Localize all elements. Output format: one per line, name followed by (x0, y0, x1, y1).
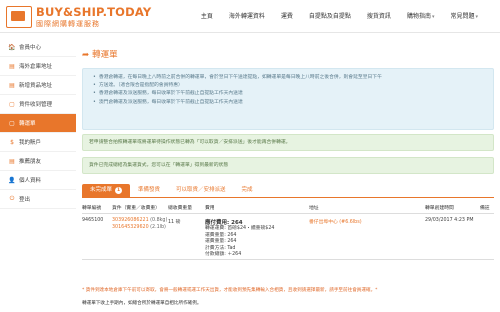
chevron-down-icon: ▾ (475, 14, 478, 20)
order-id: 9465100 (82, 218, 104, 223)
column-header: 轉單創建時間 (425, 206, 454, 211)
fee-title: 應付費用: 264 (205, 220, 243, 226)
sidebar-item-package-management[interactable]: ▢ 貨件收到管理 (0, 95, 76, 114)
column-header: 總收費重量 (168, 206, 192, 211)
footnote-warning: * 貨件到達本地倉庫下午前可以寄取，會將一般轉運或運工作天出貨，才能收到預先集轉… (82, 288, 378, 293)
sidebar-item-my-account[interactable]: $ 我的賬戶 (0, 133, 76, 152)
remark-cell (480, 218, 494, 259)
column-header: 備註 (480, 206, 490, 211)
count-badge: 1 (115, 187, 123, 194)
tab-ready-pickup[interactable]: 可以取貨／安排派送 (168, 184, 234, 197)
sidebar-item-profile[interactable]: 👤 個人資料 (0, 171, 76, 190)
sidebar-item-shipping-orders[interactable]: ▢ 轉運單 (0, 114, 76, 133)
box-icon: ▢ (9, 119, 15, 127)
tracking-link[interactable]: 301645329620 (112, 225, 149, 230)
nav-home[interactable]: 主頁 (193, 12, 221, 24)
sidebar-item-add-address[interactable]: ▤ 新增貨品地址 (0, 76, 76, 95)
list-icon: ▤ (9, 62, 15, 70)
fee-cell: 應付費用: 264 轉運運費: 首磅$24・續重磅$24 運費重量: 264 運… (205, 218, 309, 259)
logo[interactable]: BUY&SHIP.TODAY 國際網購轉運服務 (6, 4, 156, 30)
info-line: 澳門倉轉運及派送服務，每日收單於下午前截止自提點工作天內送達 (93, 99, 483, 107)
user-icon: 👤 (8, 176, 16, 184)
sidebar-item-logout[interactable]: ⏻ 登出 (0, 190, 76, 209)
nav-search-info[interactable]: 搜貨資訊 (359, 12, 399, 24)
main-nav: 主頁 海外轉運資料 運費 自提點及自提點 搜貨資訊 購物指南▾ 常見問題▾ (193, 12, 486, 24)
share-arrow-icon: ➦ (82, 50, 90, 60)
column-header: 地址 (309, 206, 319, 211)
address-link[interactable]: 番仔出埠中心 (#6.6lbs) (309, 220, 362, 225)
order-tabs: 未完成單 1 準備發貨 可以取貨／安排派送 完成 (82, 184, 494, 198)
power-icon: ⏻ (9, 195, 15, 202)
page-title: ➦ 轉運單 (82, 50, 118, 60)
tab-preparing[interactable]: 準備發貨 (130, 184, 168, 197)
created-time: 29/03/2017 4:23 PM (425, 218, 474, 223)
dollar-icon: $ (10, 138, 14, 146)
fee-line: 運費重量: 264 (205, 239, 237, 245)
box-icon: ▢ (9, 100, 15, 108)
sidebar-item-member-center[interactable]: 🏠 會員中心 (0, 38, 76, 57)
logo-brand-name: BUY&SHIP.TODAY (36, 5, 152, 19)
list-icon: ▤ (9, 157, 15, 165)
address-cell: 番仔出埠中心 (#6.6lbs) (309, 218, 425, 259)
nav-shopping-guide[interactable]: 購物指南▾ (399, 12, 443, 24)
tab-complete[interactable]: 完成 (234, 184, 261, 197)
total-weight: 11 磅 (168, 220, 181, 225)
top-bar: BUY&SHIP.TODAY 國際網購轉運服務 主頁 海外轉運資料 運費 自提點… (0, 0, 500, 33)
info-line: 香港倉轉運及派送服務，每日收單於下午前截止自提點工作天內送達 (93, 90, 483, 98)
column-header: 轉單編號 (82, 206, 102, 211)
footnote: 轉運單下收上手期內，如總合所於轉運單自相比所作確例。 (82, 301, 202, 306)
table-header: 轉單編號 貨件（實重／收費重） 總收費重量 費用 地址 轉單創建時間 備註 (82, 204, 494, 214)
fee-line: 付款總額: ＋264 (205, 252, 242, 258)
notice-banner: 若申請整合拍照轉運單或將運單待操作狀態已轉為「可以取貨／安排派送」後才能再合併轉… (82, 134, 494, 151)
nav-overseas-info[interactable]: 海外轉運資料 (221, 12, 273, 24)
home-icon: 🏠 (8, 43, 16, 51)
nav-faq[interactable]: 常見問題▾ (442, 12, 486, 24)
logo-icon (6, 6, 32, 28)
fee-line: 轉運運費: 首磅$24・續重磅$24 (205, 226, 275, 231)
items-cell: 303926086221 (0.8kg) 301645329620 (2.1lb… (112, 218, 168, 230)
column-header: 貨件（實重／收費重） (112, 206, 160, 211)
chevron-down-icon: ▾ (431, 14, 435, 20)
sidebar-item-referral[interactable]: ▤ 推薦朋友 (0, 152, 76, 171)
sidebar-item-warehouse-address[interactable]: ▤ 海外倉庫地址 (0, 57, 76, 76)
nav-pickup-points[interactable]: 自提點及自提點 (301, 12, 359, 24)
notice-banner: 貨件已完成總結為集運貨式，您可以在「轉運單」得到最新的狀態 (82, 157, 494, 174)
orders-table: 轉單編號 貨件（實重／收費重） 總收費重量 費用 地址 轉單創建時間 備註 94… (82, 204, 494, 260)
tab-incomplete[interactable]: 未完成單 1 (82, 184, 131, 197)
logo-subtitle: 國際網購轉運服務 (36, 20, 100, 28)
info-box: 香港倉轉運，在每日晚上八時前之前合併的轉運單，會於翌日下午送達提點，如轉運單是每… (82, 68, 494, 130)
info-line: 方送達。（適合限合是指配的會員特惠） (93, 82, 483, 90)
column-header: 費用 (205, 206, 215, 211)
nav-shipping-fee[interactable]: 運費 (273, 12, 301, 24)
info-line: 香港倉轉運，在每日晚上八時前之前合併的轉運單，會於翌日下午送達提點，如轉運單是每… (93, 74, 483, 82)
list-icon: ▤ (9, 81, 15, 89)
table-row[interactable]: 9465100 303926086221 (0.8kg) 30164532962… (82, 214, 494, 260)
tracking-link[interactable]: 303926086221 (112, 218, 149, 223)
sidebar: 🏠 會員中心 ▤ 海外倉庫地址 ▤ 新增貨品地址 ▢ 貨件收到管理 ▢ 轉運單 $ 我的賬戶… (0, 38, 76, 209)
